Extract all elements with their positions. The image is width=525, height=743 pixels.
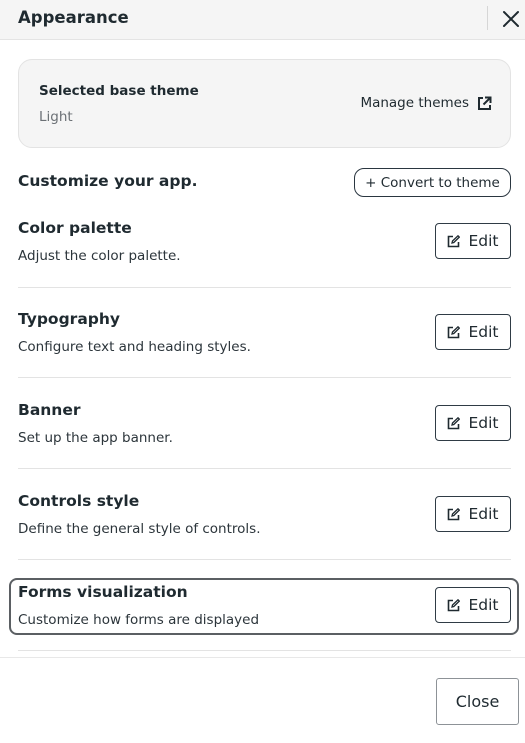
dialog-header: Appearance bbox=[0, 0, 525, 40]
edit-icon bbox=[448, 598, 461, 611]
edit-color-palette-button[interactable]: Edit bbox=[435, 223, 511, 259]
close-button[interactable]: Close bbox=[436, 678, 519, 725]
section-title: Typography bbox=[18, 310, 121, 328]
dialog-title: Appearance bbox=[18, 8, 129, 27]
section-description: Configure text and heading styles. bbox=[18, 339, 251, 355]
selected-base-theme-value: Light bbox=[39, 109, 73, 125]
edit-typography-button[interactable]: Edit bbox=[435, 314, 511, 350]
section-title: Banner bbox=[18, 401, 81, 419]
section-description: Define the general style of controls. bbox=[18, 521, 261, 537]
section-divider bbox=[18, 377, 511, 378]
edit-label: Edit bbox=[468, 414, 499, 432]
edit-icon bbox=[448, 416, 461, 429]
section-title: Color palette bbox=[18, 219, 132, 237]
header-divider bbox=[487, 6, 488, 30]
close-icon[interactable] bbox=[500, 8, 522, 30]
section-divider bbox=[18, 650, 511, 651]
manage-themes-label: Manage themes bbox=[360, 95, 469, 111]
convert-to-theme-button[interactable]: + Convert to theme bbox=[354, 168, 511, 197]
section-banner: Banner Set up the app banner. Edit bbox=[18, 401, 511, 481]
edit-label: Edit bbox=[468, 505, 499, 523]
section-description: Set up the app banner. bbox=[18, 430, 173, 446]
section-typography: Typography Configure text and heading st… bbox=[18, 310, 511, 390]
section-divider bbox=[18, 287, 511, 288]
section-description: Customize how forms are displayed bbox=[18, 612, 260, 628]
section-title: Forms visualization bbox=[18, 583, 188, 601]
section-forms-visualization: Forms visualization Customize how forms … bbox=[18, 583, 511, 663]
edit-label: Edit bbox=[468, 323, 499, 341]
section-description: Adjust the color palette. bbox=[18, 248, 181, 264]
section-divider bbox=[18, 468, 511, 469]
customize-title: Customize your app. bbox=[18, 172, 198, 190]
edit-label: Edit bbox=[468, 596, 499, 614]
edit-icon bbox=[448, 234, 461, 247]
edit-controls-style-button[interactable]: Edit bbox=[435, 496, 511, 532]
manage-themes-link[interactable]: Manage themes bbox=[360, 95, 492, 111]
edit-icon bbox=[448, 507, 461, 520]
edit-icon bbox=[448, 325, 461, 338]
edit-banner-button[interactable]: Edit bbox=[435, 405, 511, 441]
section-title: Controls style bbox=[18, 492, 140, 510]
base-theme-card: Selected base theme Light Manage themes bbox=[18, 59, 511, 148]
section-divider bbox=[18, 559, 511, 560]
edit-label: Edit bbox=[468, 232, 499, 250]
section-controls-style: Controls style Define the general style … bbox=[18, 492, 511, 572]
external-link-icon bbox=[478, 96, 492, 110]
selected-base-theme-label: Selected base theme bbox=[39, 83, 199, 99]
footer-divider bbox=[0, 657, 525, 658]
edit-forms-visualization-button[interactable]: Edit bbox=[435, 587, 511, 623]
